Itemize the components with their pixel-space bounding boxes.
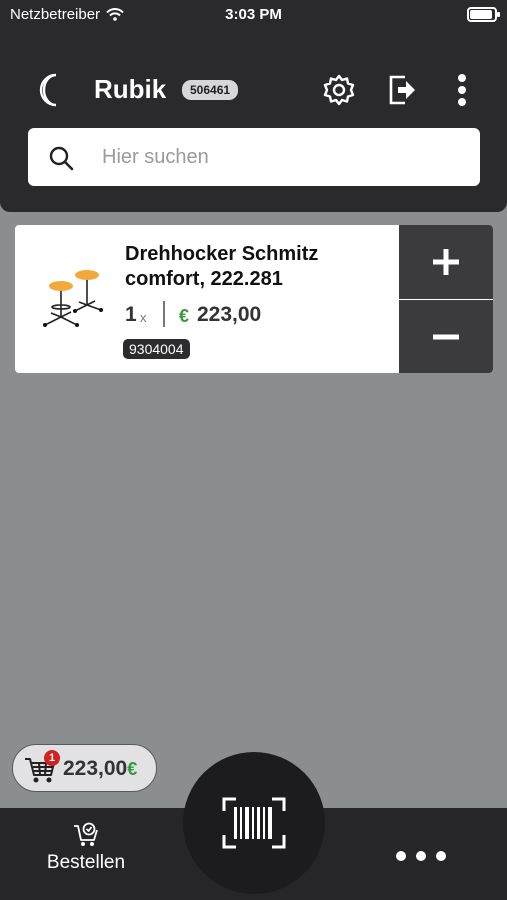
decrease-quantity-button[interactable] — [399, 300, 493, 373]
currency-symbol: € — [179, 306, 190, 326]
search-input[interactable] — [102, 128, 462, 186]
item-price: 223,00 — [197, 303, 262, 326]
toolbar: Rubik 506461 — [0, 62, 507, 118]
gear-icon — [323, 74, 355, 106]
more-tab[interactable] — [396, 846, 446, 866]
more-vertical-icon — [458, 74, 466, 106]
battery-fill — [470, 10, 492, 19]
order-tab-label: Bestellen — [46, 852, 126, 873]
app-header: Netzbetreiber 3:03 PM Rubik 506461 — [0, 0, 507, 212]
settings-button[interactable] — [321, 72, 357, 108]
search-icon — [49, 146, 74, 171]
product-name: Drehhocker Schmitz comfort, 222.281 — [125, 243, 319, 290]
product-image — [43, 270, 103, 327]
battery-icon — [467, 7, 500, 22]
cart-total: 223,00€ — [63, 757, 137, 781]
quantity-unit: x — [140, 310, 147, 325]
cart-count-badge: 1 — [44, 750, 60, 766]
cart-total-currency: € — [127, 759, 138, 779]
article-number-badge: 9304004 — [123, 339, 190, 359]
more-horizontal-icon — [396, 851, 406, 861]
scan-button[interactable] — [183, 752, 325, 894]
moon-icon[interactable] — [36, 72, 68, 108]
cart-item-card[interactable]: Drehhocker Schmitz comfort, 222.281 1 x … — [15, 225, 493, 373]
divider — [163, 301, 165, 327]
barcode-scan-icon — [222, 797, 286, 849]
cart-total-value: 223,00 — [63, 757, 128, 780]
overflow-menu-button[interactable] — [444, 72, 480, 108]
item-quantity: 1 — [125, 303, 137, 326]
logout-icon — [389, 75, 415, 105]
more-dot — [416, 851, 426, 861]
status-time: 3:03 PM — [225, 6, 282, 23]
order-tab[interactable]: Bestellen — [36, 820, 136, 874]
customer-id-badge: 506461 — [182, 80, 239, 100]
order-cart-icon — [74, 822, 98, 846]
more-dot — [436, 851, 446, 861]
increase-quantity-button[interactable] — [399, 225, 493, 299]
cart-summary-button[interactable]: 1 223,00€ — [12, 744, 157, 792]
minus-icon — [433, 334, 459, 340]
logout-button[interactable] — [384, 72, 420, 108]
plus-icon — [433, 249, 459, 275]
search-bar[interactable] — [28, 128, 480, 186]
status-bar: Netzbetreiber 3:03 PM — [0, 0, 507, 30]
page-title: Rubik — [94, 74, 167, 104]
